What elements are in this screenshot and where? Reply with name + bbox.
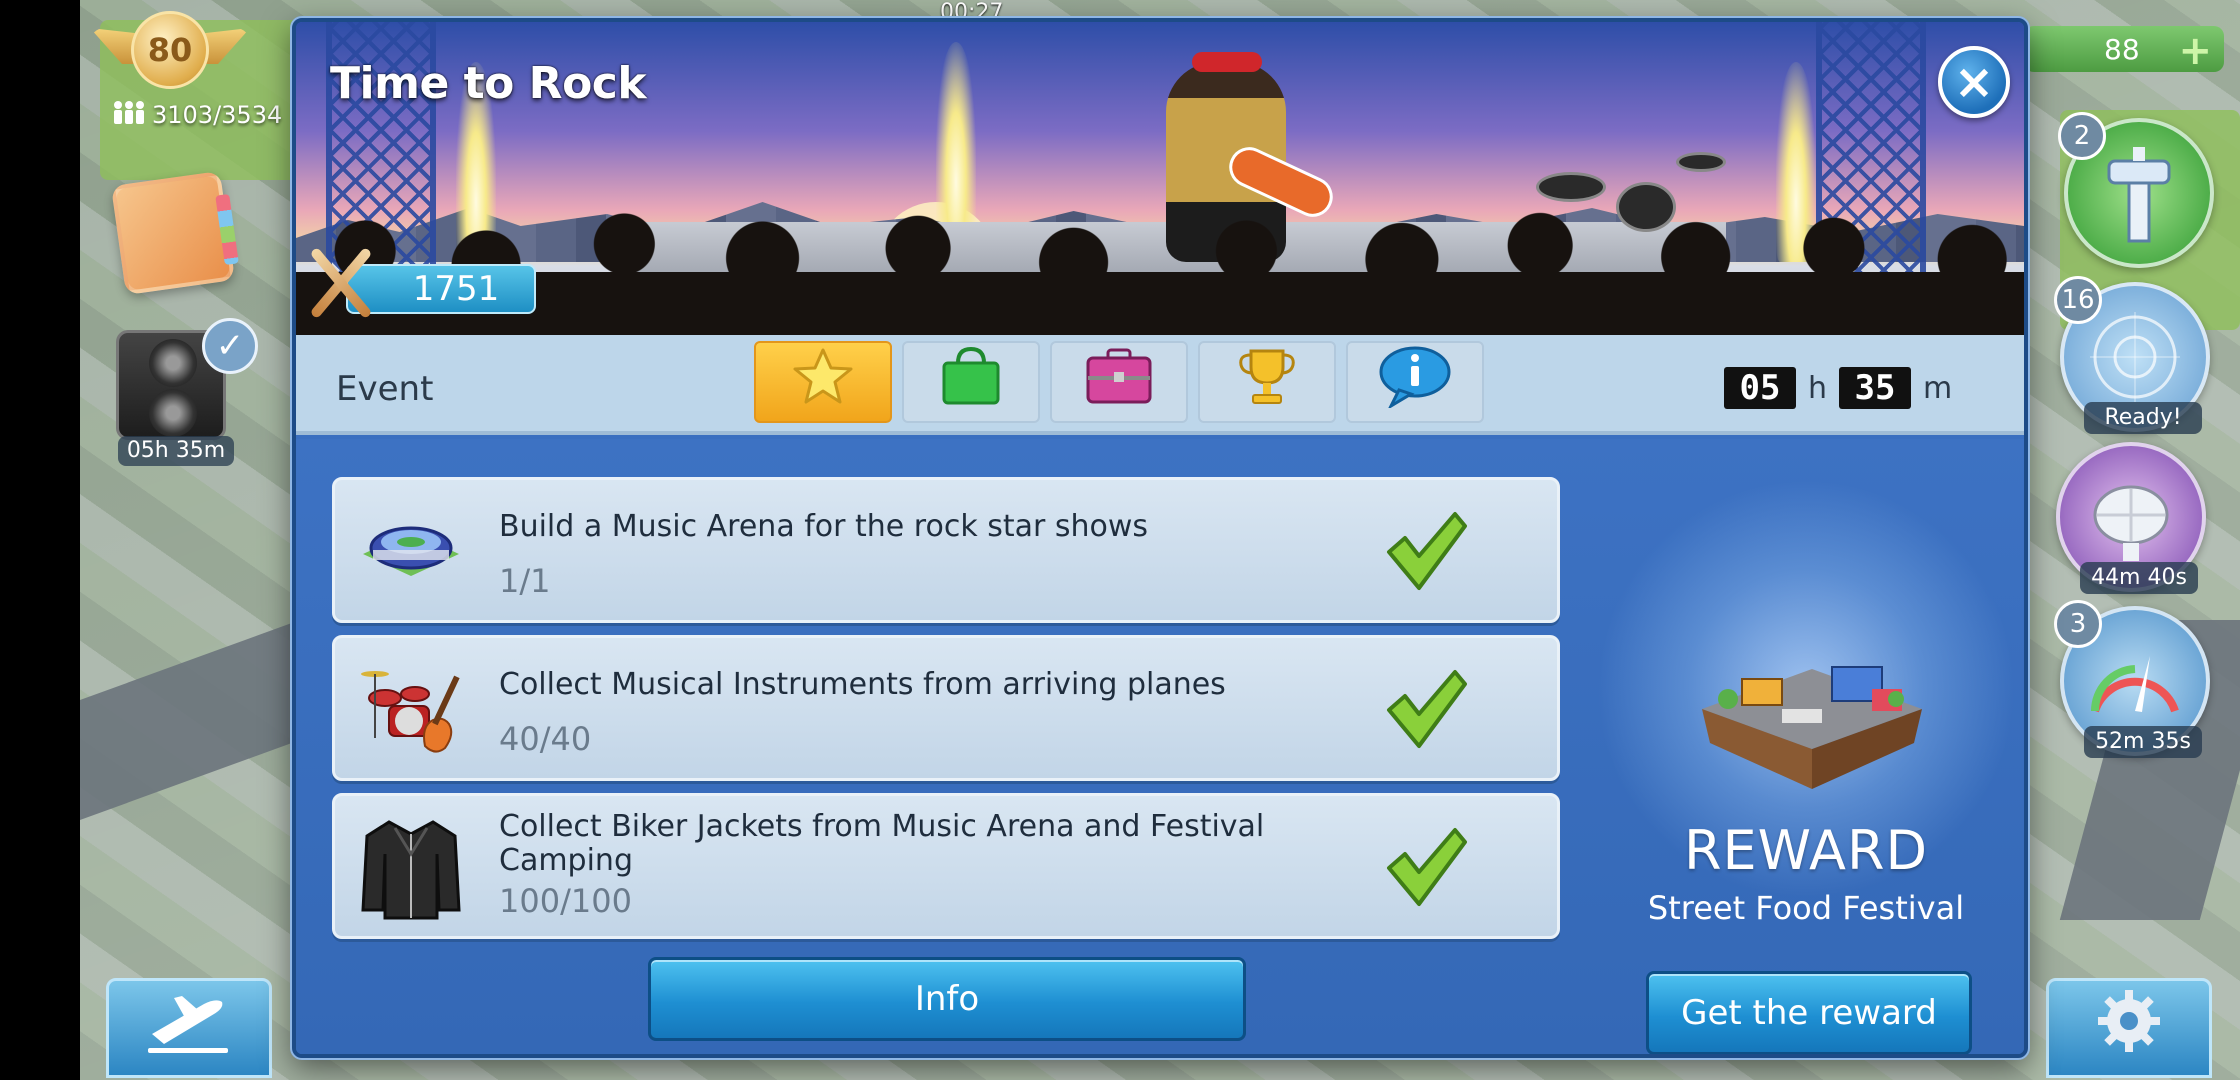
task-card: Collect Musical Instruments from arrivin…	[332, 635, 1560, 781]
tasks-notebook-button[interactable]	[110, 170, 236, 296]
speaker-cone-icon	[149, 389, 197, 437]
task-card: Build a Music Arena for the rock star sh…	[332, 477, 1560, 623]
level-number: 80	[131, 11, 209, 89]
player-level-badge[interactable]: 80	[90, 10, 250, 90]
radar-status-label: Ready!	[2084, 402, 2202, 434]
satellite-dish-button[interactable]: 44m 40s	[2056, 442, 2206, 594]
checkmark-icon	[1383, 666, 1469, 752]
drum-kit-icon	[355, 656, 467, 764]
countdown-hours: 05	[1724, 367, 1796, 409]
gear-icon	[2094, 986, 2164, 1071]
checkmark-icon: ✓	[202, 318, 258, 374]
event-tab-bar: Event 05 h 35 m	[296, 335, 2024, 435]
event-countdown: 05 h 35 m	[1724, 367, 1958, 409]
checkmark-icon	[1383, 508, 1469, 594]
speedometer-button[interactable]: 3 52m 35s	[2054, 600, 2210, 758]
star-icon	[793, 347, 853, 418]
street-food-festival-icon	[1682, 639, 1942, 809]
radar-button[interactable]: 16 Ready!	[2054, 276, 2210, 434]
drumsticks-icon	[300, 240, 380, 320]
people-icon	[112, 100, 146, 130]
trophy-icon	[1237, 345, 1297, 420]
get-reward-button[interactable]: Get the reward	[1646, 971, 1972, 1054]
countdown-hours-value: 05	[1724, 367, 1796, 409]
tab-tasks[interactable]	[754, 341, 892, 423]
close-icon: ×	[1953, 54, 1995, 110]
crowd-silhouette	[296, 195, 2024, 335]
runway-tile	[80, 619, 300, 821]
control-tower-icon	[2068, 122, 2210, 264]
close-button[interactable]: ×	[1938, 46, 2010, 118]
music-arena-icon	[355, 498, 467, 606]
event-modal: Time to Rock × 1751 Event 05 h 35 m Buil…	[292, 18, 2028, 1058]
task-title: Collect Musical Instruments from arrivin…	[499, 667, 1226, 702]
event-label: Event	[336, 369, 434, 409]
population-counter[interactable]: 3103/3534	[112, 100, 282, 130]
countdown-minutes: 35	[1839, 367, 1912, 409]
control-tower-button[interactable]: 2	[2058, 112, 2214, 268]
tab-inventory[interactable]	[1050, 341, 1188, 423]
task-progress: 1/1	[499, 562, 551, 600]
reward-name: Street Food Festival	[1647, 889, 1965, 927]
task-title: Collect Biker Jackets from Music Arena a…	[499, 809, 1265, 878]
task-progress: 40/40	[499, 720, 592, 758]
add-coins-icon[interactable]: +	[2178, 28, 2212, 74]
modal-title: Time to Rock	[330, 58, 647, 109]
tab-info[interactable]	[1346, 341, 1484, 423]
tab-shop[interactable]	[902, 341, 1040, 423]
settings-button[interactable]	[2046, 978, 2212, 1078]
coins-counter[interactable]: 88 +	[2024, 26, 2224, 74]
countdown-minutes-unit: m	[1923, 370, 1953, 406]
satellite-timer-label: 44m 40s	[2080, 562, 2198, 594]
info-button[interactable]: Info	[648, 957, 1246, 1041]
guitar-case-icon	[1084, 346, 1154, 419]
checkmark-icon	[1383, 824, 1469, 910]
task-card: Collect Biker Jackets from Music Arena a…	[332, 793, 1560, 939]
flights-button[interactable]	[106, 978, 272, 1078]
countdown-hours-unit: h	[1808, 370, 1828, 406]
speedometer-timer-label: 52m 35s	[2084, 726, 2202, 758]
event-content: Build a Music Arena for the rock star sh…	[296, 439, 2024, 1054]
tab-leaderboard[interactable]	[1198, 341, 1336, 423]
population-value: 3103/3534	[152, 101, 283, 129]
shopping-bag-icon	[938, 345, 1004, 420]
reward-heading: REWARD	[1683, 819, 1929, 882]
speaker-cone-icon	[149, 339, 197, 387]
countdown-minutes-value: 35	[1839, 367, 1912, 409]
coins-value: 88	[2104, 32, 2140, 66]
event-timer-label: 05h 35m	[118, 436, 234, 466]
event-points-value: 1751	[412, 269, 500, 309]
biker-jacket-icon	[355, 814, 467, 922]
task-progress: 100/100	[499, 882, 632, 920]
info-bubble-icon	[1377, 344, 1453, 421]
task-title: Build a Music Arena for the rock star sh…	[499, 509, 1149, 544]
airplane-icon	[144, 986, 234, 1071]
